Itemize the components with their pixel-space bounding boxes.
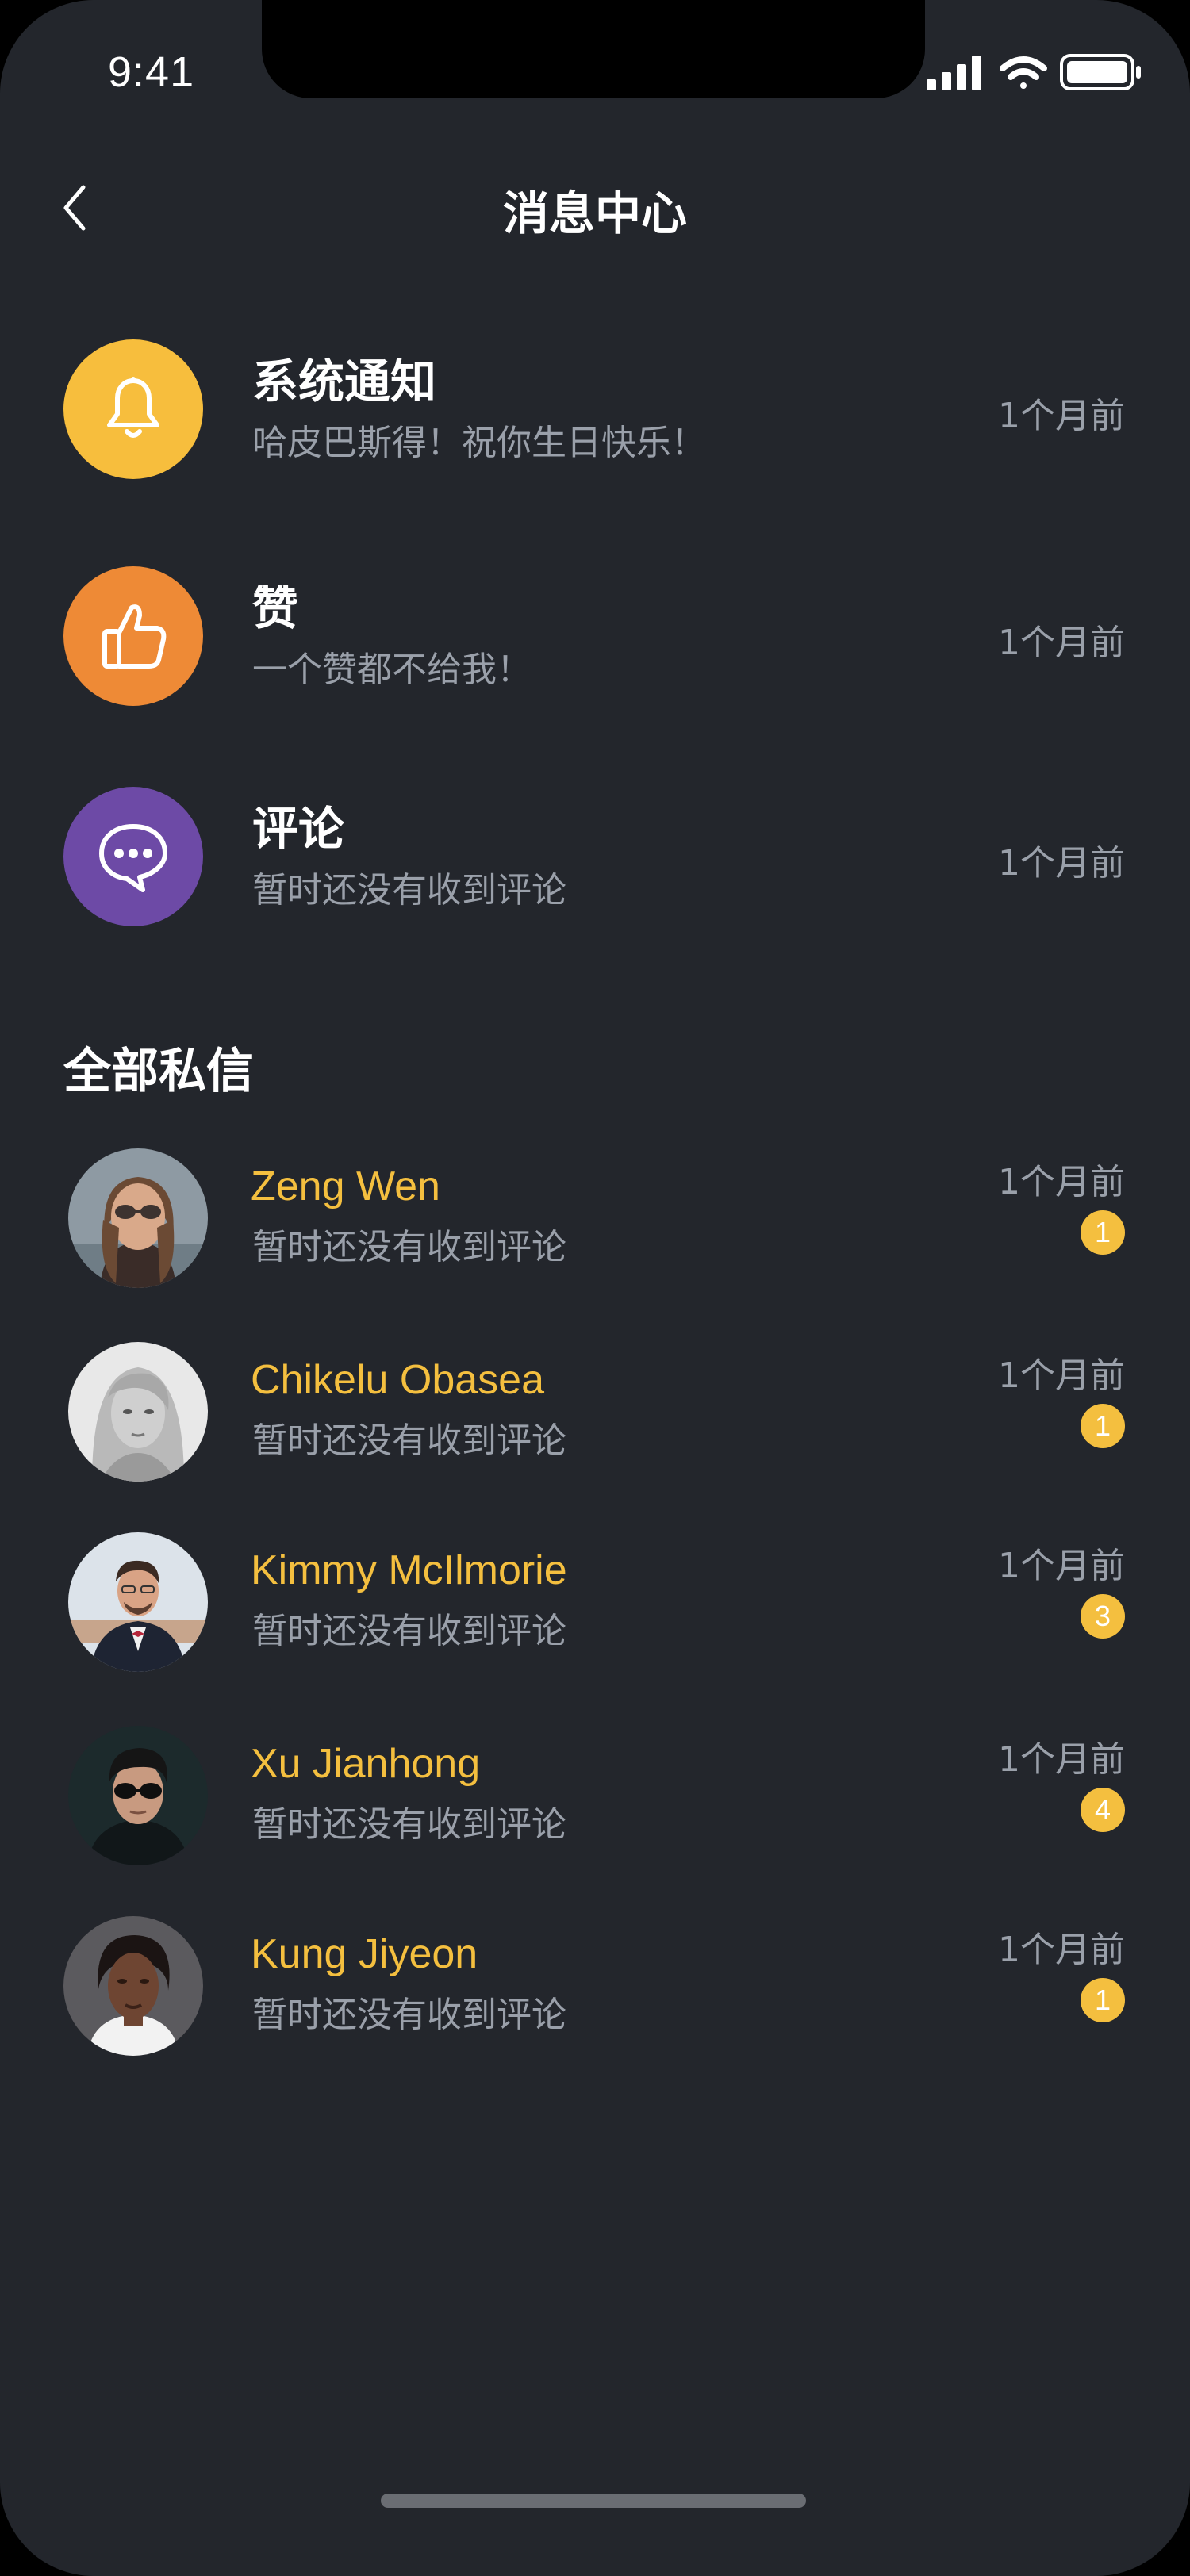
notification-subtitle: 一个赞都不给我！ bbox=[252, 650, 532, 690]
message-preview: 暂时还没有收到评论 bbox=[252, 1611, 566, 1651]
contact-name: Chikelu Obasea bbox=[251, 1357, 544, 1403]
notification-row-system[interactable]: 系统通知 哈皮巴斯得！祝你生日快乐！ 1个月前 bbox=[0, 339, 1190, 498]
notification-time: 1个月前 bbox=[998, 623, 1125, 663]
message-time: 1个月前 bbox=[998, 1739, 1125, 1780]
status-icons bbox=[927, 52, 1142, 92]
unread-badge: 3 bbox=[1081, 1594, 1125, 1639]
notification-row-comments[interactable]: 评论 暂时还没有收到评论 1个月前 bbox=[0, 787, 1190, 945]
notification-icon-badge bbox=[63, 787, 203, 926]
message-time: 1个月前 bbox=[998, 1930, 1125, 1970]
contact-name: Zeng Wen bbox=[251, 1163, 440, 1209]
notification-row-likes[interactable]: 赞 一个赞都不给我！ 1个月前 bbox=[0, 566, 1190, 725]
message-preview: 暂时还没有收到评论 bbox=[252, 1804, 566, 1845]
message-time: 1个月前 bbox=[998, 1546, 1125, 1586]
message-preview: 暂时还没有收到评论 bbox=[252, 1995, 566, 2035]
avatar bbox=[68, 1532, 208, 1672]
notification-time: 1个月前 bbox=[998, 396, 1125, 436]
bell-icon bbox=[107, 377, 159, 438]
notification-subtitle: 暂时还没有收到评论 bbox=[252, 870, 566, 910]
contact-name: Xu Jianhong bbox=[251, 1741, 481, 1787]
notification-title: 评论 bbox=[252, 802, 345, 856]
home-indicator[interactable] bbox=[381, 2494, 806, 2508]
device-notch bbox=[262, 0, 925, 98]
thumbs-up-icon bbox=[102, 604, 167, 669]
message-row[interactable]: Kung Jiyeon 暂时还没有收到评论 1个月前 1 bbox=[0, 1916, 1190, 2067]
status-time: 9:41 bbox=[108, 48, 195, 96]
battery-icon bbox=[1060, 54, 1141, 90]
message-row[interactable]: Zeng Wen 暂时还没有收到评论 1个月前 1 bbox=[0, 1148, 1190, 1299]
page-title: 消息中心 bbox=[502, 186, 687, 240]
message-row[interactable]: Kimmy McIlmorie 暂时还没有收到评论 1个月前 3 bbox=[0, 1532, 1190, 1683]
message-time: 1个月前 bbox=[998, 1162, 1125, 1202]
notification-icon-badge bbox=[63, 339, 203, 479]
section-title-messages: 全部私信 bbox=[63, 1044, 254, 1099]
unread-badge: 1 bbox=[1081, 1210, 1125, 1255]
notification-time: 1个月前 bbox=[998, 843, 1125, 884]
message-preview: 暂时还没有收到评论 bbox=[252, 1420, 566, 1461]
app-screen: 9:41 消息中心 系统通知 哈皮巴斯得！祝你生日快乐！ 1个月前 赞 一个赞都… bbox=[0, 0, 1190, 2576]
message-time: 1个月前 bbox=[998, 1355, 1125, 1396]
avatar bbox=[68, 1342, 208, 1482]
contact-name: Kung Jiyeon bbox=[251, 1931, 478, 1977]
notification-title: 系统通知 bbox=[252, 355, 437, 408]
cellular-signal-icon bbox=[927, 56, 981, 90]
unread-badge: 4 bbox=[1081, 1788, 1125, 1832]
unread-badge: 1 bbox=[1081, 1404, 1125, 1448]
avatar bbox=[68, 1148, 208, 1288]
notification-icon-badge bbox=[63, 566, 203, 706]
notification-subtitle: 哈皮巴斯得！祝你生日快乐！ bbox=[252, 423, 706, 463]
contact-name: Kimmy McIlmorie bbox=[251, 1547, 567, 1593]
notification-title: 赞 bbox=[252, 581, 299, 635]
message-row[interactable]: Xu Jianhong 暂时还没有收到评论 1个月前 4 bbox=[0, 1726, 1190, 1876]
chat-bubble-icon bbox=[99, 824, 167, 892]
unread-badge: 1 bbox=[1081, 1978, 1125, 2022]
message-preview: 暂时还没有收到评论 bbox=[252, 1227, 566, 1267]
wifi-icon bbox=[1000, 56, 1047, 89]
avatar bbox=[68, 1726, 208, 1865]
message-row[interactable]: Chikelu Obasea 暂时还没有收到评论 1个月前 1 bbox=[0, 1342, 1190, 1493]
avatar bbox=[63, 1916, 203, 2056]
